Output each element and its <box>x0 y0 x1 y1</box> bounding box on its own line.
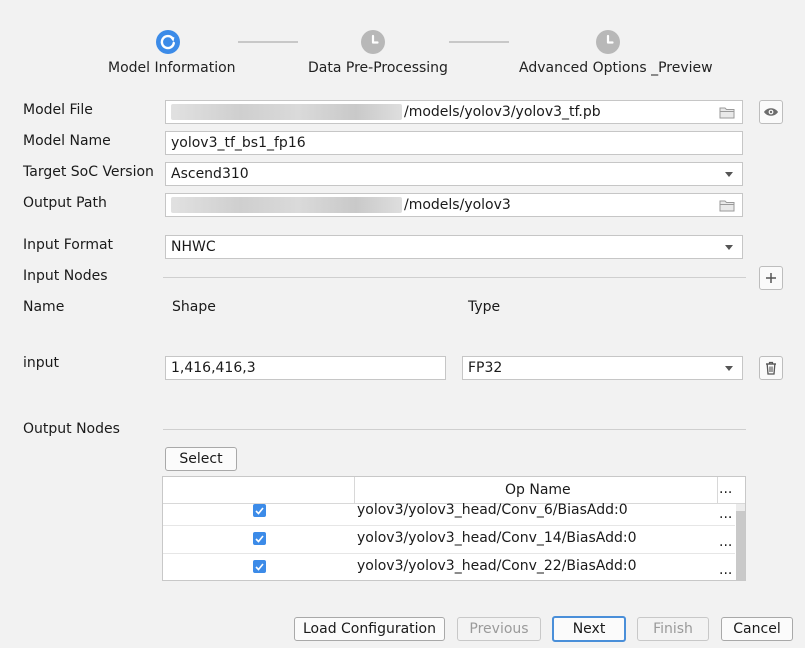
model-name-label: Model Name <box>23 133 111 149</box>
model-name-input[interactable]: yolov3_tf_bs1_fp16 <box>165 131 743 155</box>
input-node-shape-input[interactable]: 1,416,416,3 <box>165 356 446 380</box>
finish-button[interactable]: Finish <box>637 617 709 641</box>
model-name-value: yolov3_tf_bs1_fp16 <box>171 135 306 151</box>
table-header: Op Name ... <box>163 477 745 504</box>
row-checkbox[interactable] <box>253 560 266 573</box>
output-nodes-table: Op Name ... yolov3/yolov3_head/Conv_6/Bi… <box>162 476 746 581</box>
more-cell[interactable]: ... <box>719 562 732 578</box>
input-nodes-title: Input Nodes <box>23 268 108 284</box>
row-checkbox[interactable] <box>253 504 266 517</box>
table-scrollbar-thumb[interactable] <box>736 511 745 580</box>
step-2-indicator <box>361 30 385 54</box>
trash-icon <box>766 361 776 375</box>
input-node-type-value: FP32 <box>468 360 503 376</box>
input-node-shape-value: 1,416,416,3 <box>171 360 256 376</box>
previous-button[interactable]: Previous <box>457 617 541 641</box>
more-column-header[interactable]: ... <box>719 481 732 497</box>
input-format-label: Input Format <box>23 237 114 253</box>
delete-input-node-button[interactable] <box>759 356 783 380</box>
chevron-down-icon <box>725 244 733 250</box>
load-configuration-button[interactable]: Load Configuration <box>294 617 445 641</box>
output-nodes-divider <box>163 429 746 430</box>
eye-icon <box>764 108 778 116</box>
model-file-field[interactable]: /models/yolov3/yolov3_tf.pb <box>165 100 743 124</box>
output-path-field[interactable]: /models/yolov3 <box>165 193 743 217</box>
model-file-label: Model File <box>23 102 93 118</box>
output-nodes-title: Output Nodes <box>23 421 120 437</box>
step-3-indicator <box>596 30 620 54</box>
step-connector-2 <box>449 41 509 43</box>
op-name-column-header[interactable]: Op Name <box>505 482 571 498</box>
add-input-node-button[interactable] <box>759 266 783 290</box>
input-col-shape: Shape <box>172 299 216 315</box>
op-name-cell: yolov3/yolov3_head/Conv_6/BiasAdd:0 <box>357 502 628 518</box>
next-button[interactable]: Next <box>552 616 626 642</box>
select-output-nodes-button[interactable]: Select <box>165 447 237 471</box>
more-cell[interactable]: ... <box>719 506 732 522</box>
folder-icon[interactable] <box>719 199 735 212</box>
plus-icon <box>766 273 776 283</box>
step-3-label: Advanced Options _Preview <box>519 60 713 76</box>
input-col-name: Name <box>23 299 65 315</box>
target-soc-value: Ascend310 <box>171 166 249 182</box>
op-name-cell: yolov3/yolov3_head/Conv_14/BiasAdd:0 <box>357 530 637 546</box>
input-format-select[interactable]: NHWC <box>165 235 743 259</box>
input-col-type: Type <box>468 299 501 315</box>
cancel-button[interactable]: Cancel <box>721 617 793 641</box>
step-1-indicator <box>156 30 180 54</box>
refresh-icon <box>160 34 175 50</box>
input-format-value: NHWC <box>171 239 216 255</box>
input-node-type-select[interactable]: FP32 <box>462 356 743 380</box>
checkmark-icon <box>255 562 264 571</box>
clock-icon <box>606 34 614 44</box>
checkmark-icon <box>255 534 264 543</box>
redacted-path <box>171 104 402 120</box>
redacted-path <box>171 197 402 213</box>
preview-model-button[interactable] <box>759 100 783 124</box>
step-connector-1 <box>238 41 298 43</box>
input-node-name: input <box>23 355 60 371</box>
target-soc-label: Target SoC Version <box>23 164 154 180</box>
model-file-value: /models/yolov3/yolov3_tf.pb <box>404 104 601 120</box>
step-1-label: Model Information <box>108 60 236 76</box>
row-checkbox[interactable] <box>253 532 266 545</box>
target-soc-select[interactable]: Ascend310 <box>165 162 743 186</box>
step-2-label: Data Pre-Processing <box>308 60 448 76</box>
clock-icon <box>371 34 379 44</box>
output-path-label: Output Path <box>23 195 107 211</box>
input-nodes-divider <box>163 277 746 278</box>
chevron-down-icon <box>725 365 733 371</box>
chevron-down-icon <box>725 171 733 177</box>
more-cell[interactable]: ... <box>719 534 732 550</box>
op-name-cell: yolov3/yolov3_head/Conv_22/BiasAdd:0 <box>357 558 637 574</box>
checkmark-icon <box>255 506 264 515</box>
output-path-value: /models/yolov3 <box>404 197 511 213</box>
folder-icon[interactable] <box>719 106 735 119</box>
